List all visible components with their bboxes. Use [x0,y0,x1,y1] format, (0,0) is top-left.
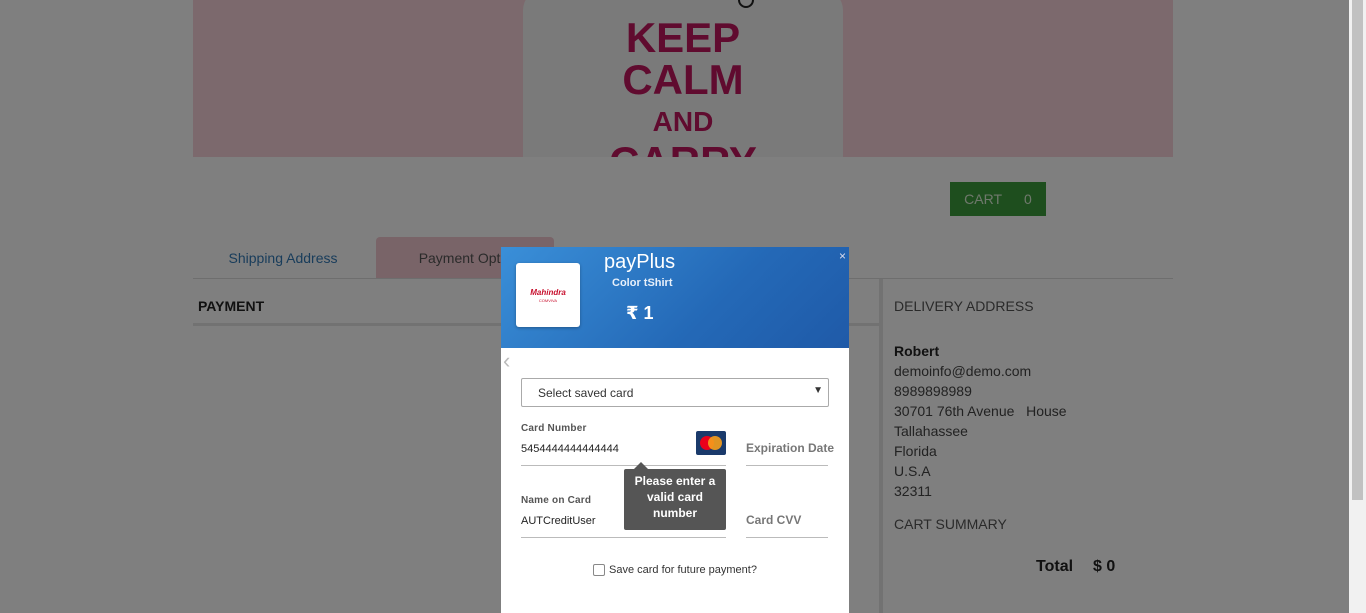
page-scrollbar[interactable] [1349,0,1366,613]
scrollbar-thumb[interactable] [1352,0,1363,500]
saved-card-value: Select saved card [538,385,634,400]
name-underline [521,537,726,538]
expiry-field[interactable]: Expiration Date [746,441,834,455]
name-on-card-label: Name on Card [521,495,592,506]
cvv-field[interactable]: Card CVV [746,513,801,527]
mastercard-icon [696,431,726,455]
merchant-logo-text: Mahindra [530,287,566,297]
amount: ₹ 1 [626,303,654,323]
app-name: payPlus [604,251,676,273]
modal-header: Mahindra COMVIVA payPlus Color tShirt ₹ … [501,247,849,348]
tooltip-arrow [634,462,648,469]
save-card-checkbox[interactable] [593,564,605,576]
saved-card-select[interactable]: Select saved card ▼ [521,378,829,407]
save-card-option[interactable]: Save card for future payment? [593,564,757,576]
merchant-logo-sub: COMVIVA [538,297,558,303]
card-number-field[interactable]: 5454444444444444 [521,443,619,455]
close-icon[interactable]: × [839,249,846,263]
expiry-underline [746,465,828,466]
merchant-logo: Mahindra COMVIVA [516,263,580,327]
cvv-underline [746,537,828,538]
payment-modal: Mahindra COMVIVA payPlus Color tShirt ₹ … [501,247,849,613]
name-on-card-field[interactable]: AUTCreditUser [521,515,596,527]
card-number-label: Card Number [521,423,587,434]
back-arrow-icon[interactable]: ‹ [503,348,510,374]
save-card-label: Save card for future payment? [609,564,757,576]
card-number-underline [521,465,726,466]
chevron-down-icon: ▼ [813,385,823,396]
product-name: Color tShirt [612,277,673,289]
validation-tooltip: Please enter a valid card number [624,469,726,530]
